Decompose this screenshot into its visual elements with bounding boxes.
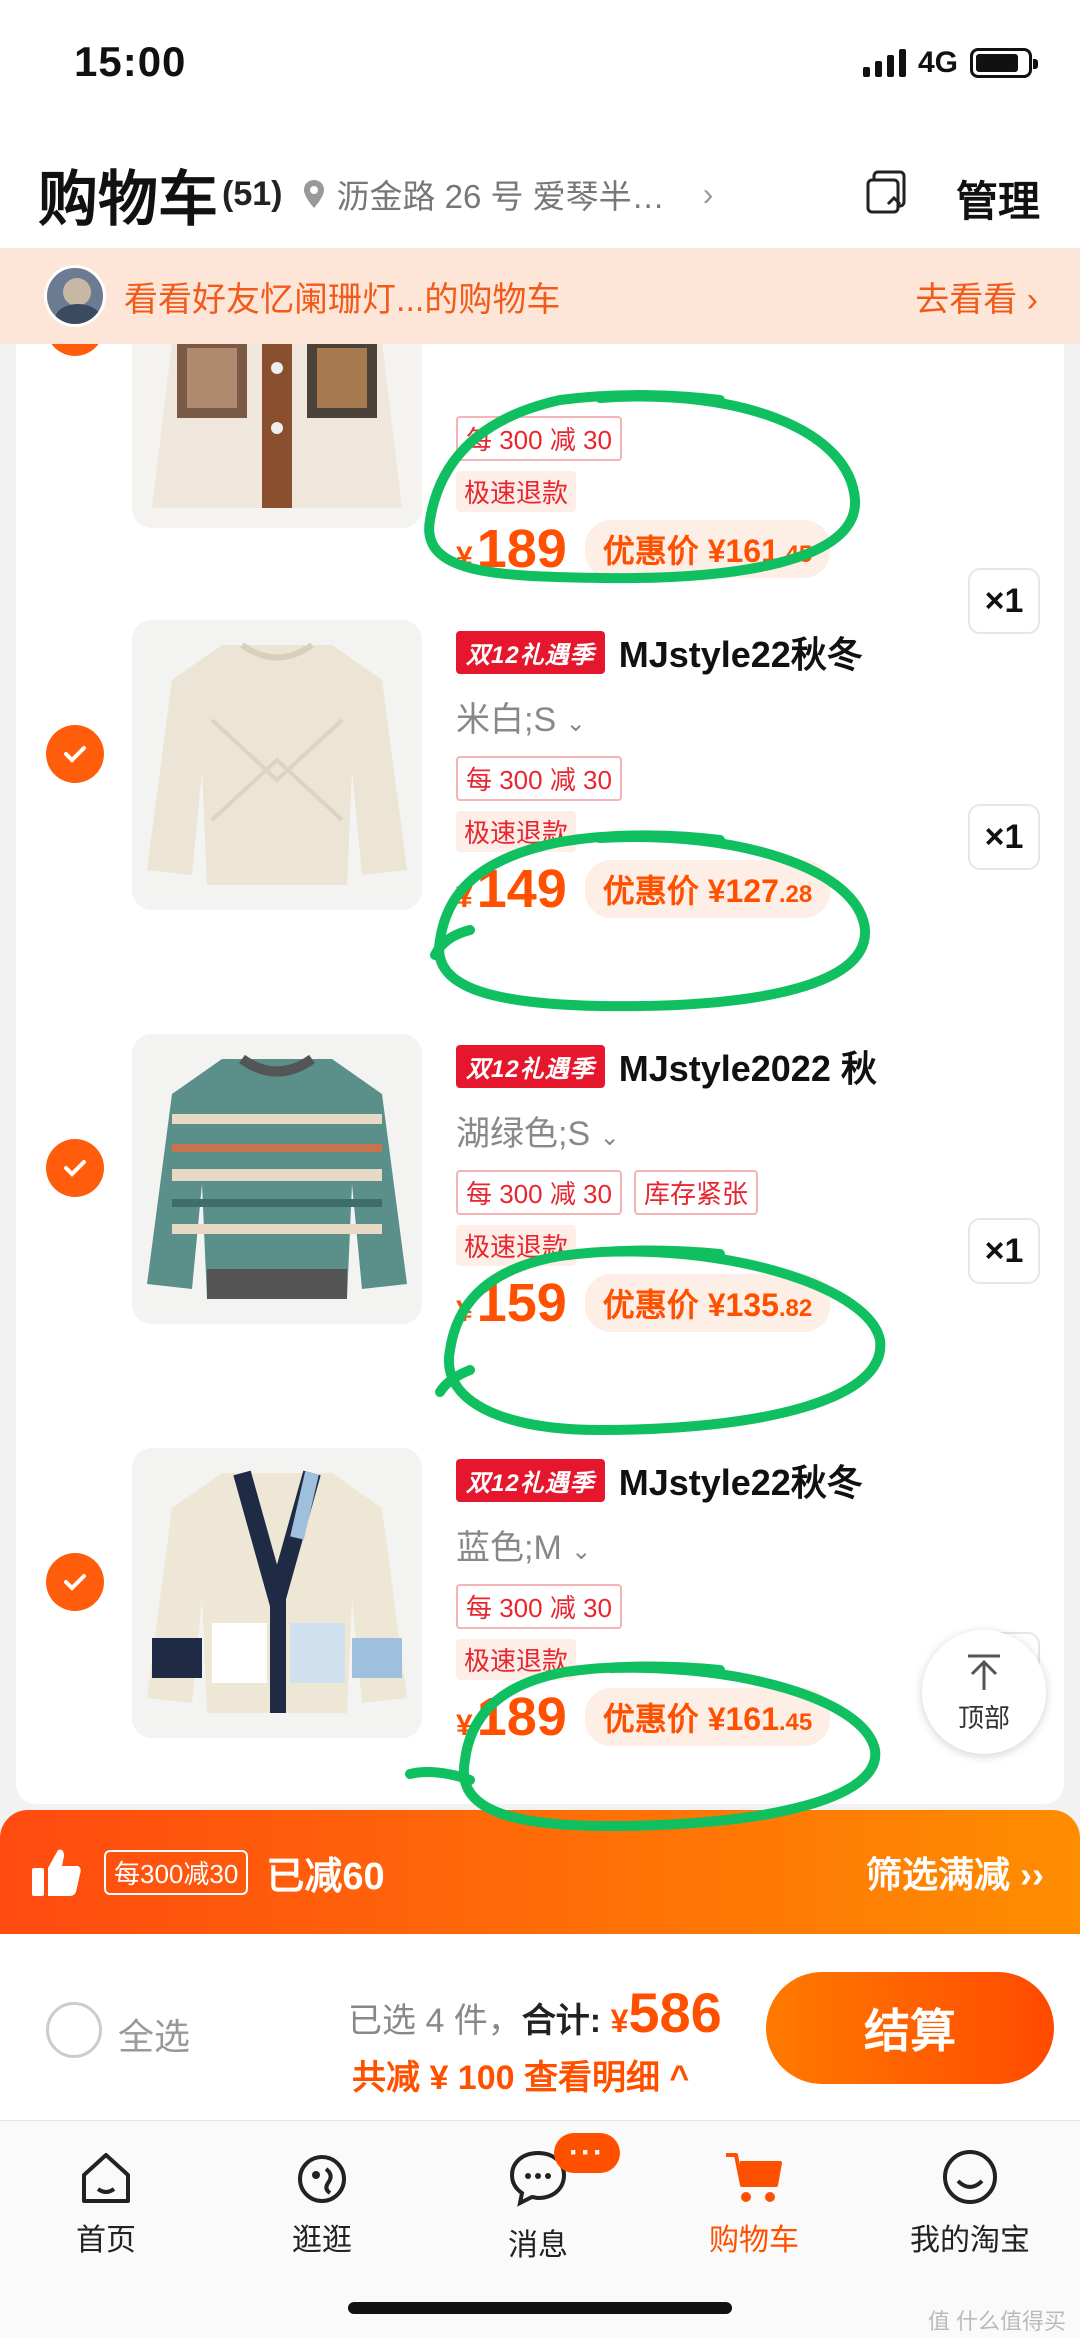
battery-icon xyxy=(970,48,1038,78)
promotion-bar[interactable]: 每300减30 已减60 筛选满减 ›› xyxy=(0,1810,1080,1934)
chevron-down-icon: ⌄ xyxy=(571,1538,592,1565)
page-title: 购物车 xyxy=(38,165,218,233)
fast-refund-tag: 极速退款 xyxy=(456,811,577,852)
item-price: ¥189 xyxy=(456,519,567,579)
item-price: ¥189 xyxy=(456,1687,567,1747)
check-icon xyxy=(64,746,86,763)
tab-cart[interactable]: 购物车 xyxy=(664,2145,844,2259)
chevron-down-icon: ⌄ xyxy=(565,710,586,737)
chevron-right-icon[interactable]: › xyxy=(703,176,714,213)
fast-refund-tag: 极速退款 xyxy=(456,1639,577,1680)
reduced-amount: 已减60 xyxy=(266,1855,385,1898)
quantity-selector[interactable]: ×1 xyxy=(968,804,1040,870)
total-amount: ¥586 xyxy=(610,1981,722,2044)
thumbs-up-icon xyxy=(32,1849,81,1896)
event-badge: 双12礼遇季 xyxy=(456,630,605,674)
tab-home[interactable]: 首页 xyxy=(16,2145,196,2259)
home-indicator[interactable] xyxy=(348,2302,732,2314)
spec-selector[interactable]: 湖绿色;S ⌄ xyxy=(456,1106,1056,1153)
low-stock-tag: 库存紧张 xyxy=(633,1170,758,1215)
item-checkbox[interactable] xyxy=(46,1553,104,1611)
promo-tag: 每 300 减 30 xyxy=(456,1170,622,1215)
cart-item[interactable]: 双12礼遇季 MJstyle2022 秋 湖绿色;S ⌄ 每 300 减 30 库存… xyxy=(16,1018,1064,1432)
item-checkbox[interactable] xyxy=(46,1139,104,1197)
product-image[interactable] xyxy=(132,620,422,910)
quantity-selector[interactable]: ×1 xyxy=(968,1218,1040,1284)
spec-selector[interactable]: 米白;S ⌄ xyxy=(456,692,1056,739)
home-icon xyxy=(82,2153,130,2203)
cart-item[interactable]: 双12礼遇季 MJstyle22秋冬 米白;S ⌄ 每 300 减 30 极速退款… xyxy=(16,604,1064,1018)
back-to-top-button[interactable]: 顶部 xyxy=(922,1630,1046,1754)
product-name[interactable]: MJstyle2022 秋 xyxy=(619,1040,877,1092)
cart-header: 购物车 (51) 沥金路 26 号 爱琴半… › 管理 xyxy=(0,140,1080,248)
discount-price: 优惠价 ¥127.28 xyxy=(584,860,831,918)
event-badge: 双12礼遇季 xyxy=(456,1044,605,1088)
spec-selector[interactable]: 蓝色;M ⌄ xyxy=(456,1520,1056,1567)
share-cart-icon[interactable] xyxy=(864,168,912,216)
tab-messages[interactable]: ··· 消息 xyxy=(448,2133,628,2264)
promo-tag: 每 300 减 30 xyxy=(456,756,622,801)
friend-cart-banner[interactable]: 看看好友忆阑珊灯...的购物车 去看看 › xyxy=(0,248,1080,344)
item-price: ¥149 xyxy=(456,859,567,919)
checkout-button[interactable]: 结算 xyxy=(766,1972,1054,2084)
status-time: 15:00 xyxy=(74,38,187,85)
discount-price: 优惠价 ¥161.45 xyxy=(584,1688,831,1746)
signal-icon xyxy=(862,49,906,77)
item-checkbox[interactable] xyxy=(46,725,104,783)
smile-icon xyxy=(943,2150,997,2204)
select-all-checkbox[interactable] xyxy=(46,2002,102,2058)
select-all-label[interactable]: 全选 xyxy=(118,2008,190,2060)
cart-icon xyxy=(726,2153,782,2202)
product-name[interactable]: MJstyle22秋冬 xyxy=(619,1454,863,1506)
cart-item-list: 每 300 减 30 极速退款 ¥189 优惠价 ¥161.45 ×1 双12礼… xyxy=(16,344,1064,1804)
fast-refund-tag: 极速退款 xyxy=(456,1225,577,1266)
address-selector[interactable]: 沥金路 26 号 爱琴半… xyxy=(336,170,664,218)
check-icon xyxy=(64,1160,86,1177)
cart-count: (51) xyxy=(222,174,283,213)
manage-button[interactable]: 管理 xyxy=(956,168,1040,229)
back-to-top-label: 顶部 xyxy=(957,1702,1010,1733)
discount-price: 优惠价 ¥135.82 xyxy=(584,1274,831,1332)
checkout-bar: 全选 已选 4 件，合计: ¥586 共减 ¥ 100 查看明细 ^ 结算 xyxy=(0,1934,1080,2120)
product-image[interactable] xyxy=(132,1448,422,1738)
promo-tag: 每 300 减 30 xyxy=(456,416,622,461)
product-image[interactable] xyxy=(132,344,422,528)
friend-cart-text: 看看好友忆阑珊灯...的购物车 xyxy=(124,280,561,319)
discount-price: 优惠价 ¥161.45 xyxy=(584,520,831,578)
event-badge: 双12礼遇季 xyxy=(456,1458,605,1502)
chevron-down-icon: ⌄ xyxy=(599,1124,620,1151)
location-pin-icon xyxy=(304,180,325,208)
item-checkbox[interactable] xyxy=(46,344,104,356)
message-badge: ··· xyxy=(554,2133,620,2173)
network-label: 4G xyxy=(917,46,958,79)
tab-browse[interactable]: 逛逛 xyxy=(232,2145,412,2259)
promo-tag: 每 300 减 30 xyxy=(456,1584,622,1629)
promo-rule-tag: 每300减30 xyxy=(104,1849,249,1895)
friend-avatar xyxy=(44,265,106,327)
check-icon xyxy=(64,1574,86,1591)
selected-summary: 已选 4 件，合计: ¥586 xyxy=(348,1981,722,2044)
watermark: 值 什么值得买 xyxy=(927,2309,1066,2334)
product-image[interactable] xyxy=(132,1034,422,1324)
fast-refund-tag: 极速退款 xyxy=(456,471,577,512)
browse-icon xyxy=(298,2155,346,2203)
product-name[interactable]: MJstyle22秋冬 xyxy=(619,626,863,678)
go-see-link[interactable]: 去看看 › xyxy=(915,272,1038,321)
item-price: ¥159 xyxy=(456,1273,567,1333)
filter-promotions-link[interactable]: 筛选满减 ›› xyxy=(866,1846,1044,1898)
tab-my-taobao[interactable]: 我的淘宝 xyxy=(880,2145,1060,2259)
cart-item[interactable]: 双12礼遇季 MJstyle22秋冬 蓝色;M ⌄ 每 300 减 30 极速退款… xyxy=(16,1432,1064,1804)
arrow-up-icon xyxy=(968,1654,1000,1690)
view-details-link[interactable]: 共减 ¥ 100 查看明细 ^ xyxy=(352,2050,689,2099)
status-bar: 15:00 4G xyxy=(0,0,1080,140)
